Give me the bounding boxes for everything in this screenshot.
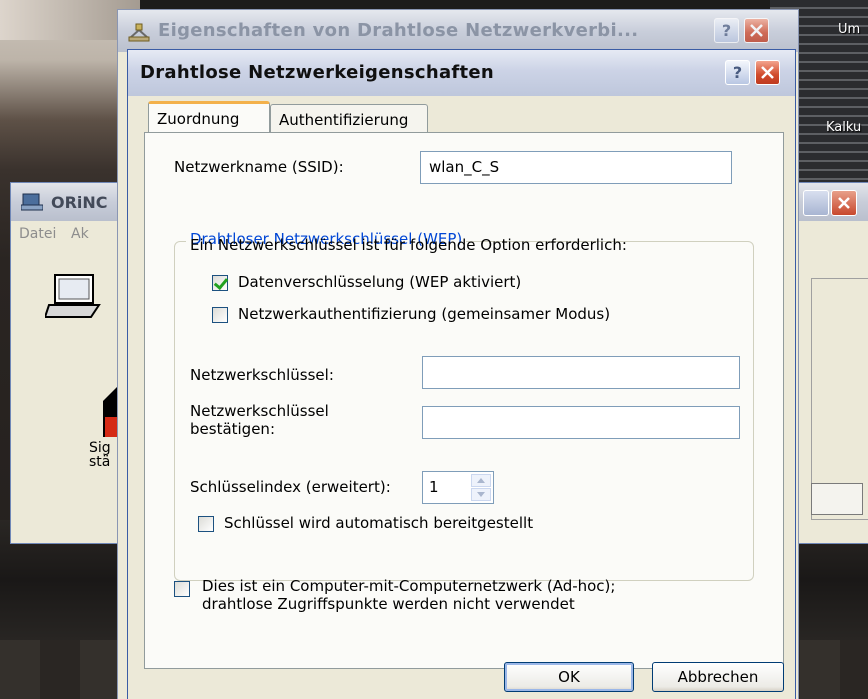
key-index-value: 1 [429,478,439,496]
orinoco-title: ORiNC [51,193,108,212]
confirm-key-input[interactable] [422,406,740,439]
tab-authentifizierung[interactable]: Authentifizierung [270,104,428,132]
laptop-icon[interactable] [45,273,105,319]
close-icon [750,24,763,37]
wep-intro-text: Ein Netzwerkschlüssel ist für folgende O… [190,236,627,254]
close-icon [761,66,774,79]
signal-label-line1: Sig [89,440,111,456]
network-key-input[interactable] [422,356,740,389]
confirm-key-label-line1: Netzwerkschlüssel [190,402,329,420]
key-index-label: Schlüsselindex (erweitert): [190,478,391,496]
help-icon: ? [732,63,743,82]
data-encryption-checkbox[interactable] [212,275,228,291]
adhoc-label[interactable]: Dies ist ein Computer-mit-Computernetzwe… [202,577,615,613]
menu-datei[interactable]: Datei [19,226,56,242]
menu-aktionen[interactable]: Ak [71,226,89,242]
auto-key-checkbox[interactable] [198,516,214,532]
spin-down-arrow-icon[interactable] [471,488,491,501]
ssid-input[interactable]: wlan_C_S [420,151,732,184]
close-icon [838,197,850,209]
orinoco-maximize-button[interactable] [803,190,829,216]
tab-zuordnung[interactable]: Zuordnung [148,101,270,132]
help-button[interactable]: ? [725,60,750,85]
connection-properties-title: Eigenschaften von Drahtlose Netzwerkverb… [158,20,639,41]
network-key-label: Netzwerkschlüssel: [190,366,334,384]
spin-up-arrow-icon[interactable] [471,474,491,487]
network-auth-checkbox[interactable] [212,307,228,323]
auto-key-label[interactable]: Schlüssel wird automatisch bereitgestell… [224,514,533,532]
close-button[interactable] [755,60,780,85]
wireless-properties-dialog: Drahtlose Netzwerkeigenschaften ? Zuordn… [128,50,795,699]
orinoco-close-button[interactable] [831,190,857,216]
signal-label-line2: stä [89,454,111,470]
cancel-button[interactable]: Abbrechen [652,662,784,692]
monitor-icon [21,193,43,211]
desktop-label-kalku[interactable]: Kalku [826,120,861,135]
outer-help-button[interactable]: ? [714,18,739,43]
orinoco-right-button[interactable] [811,483,863,515]
data-encryption-label[interactable]: Datenverschlüsselung (WEP aktiviert) [238,273,521,291]
ok-button[interactable]: OK [504,662,634,692]
network-connection-icon [128,23,150,42]
connection-properties-titlebar[interactable]: Eigenschaften von Drahtlose Netzwerkverb… [118,10,798,52]
dialog-title: Drahtlose Netzwerkeigenschaften [140,62,495,83]
outer-close-button[interactable] [744,18,769,43]
wireless-properties-titlebar[interactable]: Drahtlose Netzwerkeigenschaften ? [128,50,795,96]
key-index-spinner[interactable]: 1 [422,471,494,504]
adhoc-label-line1: Dies ist ein Computer-mit-Computernetzwe… [202,577,616,595]
signal-strength-label: Sig stä [89,441,111,469]
desktop-label-um[interactable]: Um [838,22,860,37]
key-index-spin-buttons [471,474,491,501]
adhoc-label-line2: drahtlose Zugriffspunkte werden nicht ve… [202,595,575,613]
ssid-label: Netzwerkname (SSID): [174,158,344,176]
confirm-key-label-line2: bestätigen: [190,420,275,438]
help-icon: ? [721,21,732,40]
network-auth-label[interactable]: Netzwerkauthentifizierung (gemeinsamer M… [238,305,610,323]
adhoc-checkbox[interactable] [174,581,190,597]
confirm-key-label: Netzwerkschlüssel bestätigen: [190,402,329,438]
